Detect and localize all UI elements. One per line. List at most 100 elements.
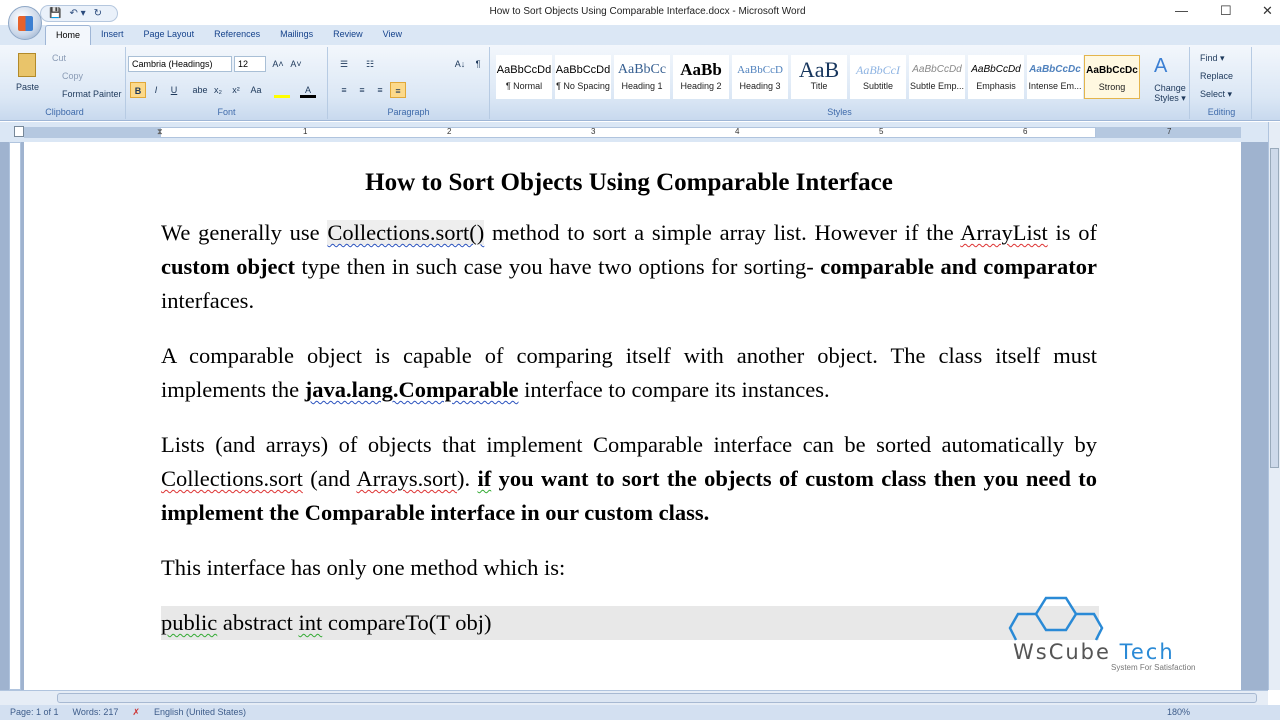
underline-button[interactable]: U <box>166 82 182 98</box>
bullets-icon[interactable]: ☰ <box>336 56 352 72</box>
text-run: Lists (and arrays) of objects that imple… <box>161 432 1097 457</box>
select-button[interactable]: Select ▾ <box>1200 89 1232 100</box>
word-count[interactable]: Words: 217 <box>73 707 119 718</box>
font-color-button[interactable]: A <box>300 82 316 98</box>
align-center-icon[interactable]: ≡ <box>354 82 370 98</box>
style-strong[interactable]: AaBbCcDc Strong <box>1084 55 1140 99</box>
text-run: Collections.sort() <box>327 220 485 245</box>
show-formatting-button[interactable]: ¶ <box>470 56 486 72</box>
code-line: public abstract int compareTo(T obj) <box>161 606 1099 640</box>
text-run: method to sort a simple array list. Howe… <box>484 220 961 245</box>
window-title: How to Sort Objects Using Comparable Int… <box>489 6 806 17</box>
paragraph-label: Paragraph <box>387 107 430 117</box>
vertical-scroll-thumb[interactable] <box>1270 148 1279 468</box>
horizontal-scrollbar[interactable] <box>0 690 1268 705</box>
minimize-button[interactable]: — <box>1175 3 1188 18</box>
ruler-number: 6 <box>1023 127 1028 136</box>
ruler-number: 7 <box>1167 127 1172 136</box>
language-indicator[interactable]: English (United States) <box>154 707 246 718</box>
style-emphasis[interactable]: AaBbCcDd Emphasis <box>968 55 1024 99</box>
style-normal[interactable]: AaBbCcDd ¶ Normal <box>496 55 552 99</box>
paragraph-4: This interface has only one method which… <box>161 555 566 580</box>
grow-font-button[interactable]: A˄ <box>270 56 286 72</box>
highlight-icon[interactable] <box>274 82 290 98</box>
copy-button[interactable]: Copy <box>62 71 83 81</box>
style-name: Subtle Emp... <box>909 81 965 91</box>
style-heading-2[interactable]: AaBb Heading 2 <box>673 55 729 99</box>
document-title: How to Sort Objects Using Comparable Int… <box>365 169 893 196</box>
text-run: type then in such case you have two opti… <box>294 254 821 279</box>
style-preview: AaBbCcDc <box>1086 65 1138 76</box>
tab-insert[interactable]: Insert <box>91 25 134 45</box>
font-name-dropdown[interactable]: Cambria (Headings) <box>128 56 232 72</box>
styles-label: Styles <box>827 107 852 117</box>
cut-button[interactable]: Cut <box>52 53 66 63</box>
editing-label: Editing <box>1207 107 1236 117</box>
text-run: int <box>298 610 323 635</box>
align-right-icon[interactable]: ≡ <box>372 82 388 98</box>
subscript-button[interactable]: x₂ <box>210 82 226 98</box>
format-painter-button[interactable]: Format Painter <box>62 89 122 99</box>
brand-name: WsCube Tech <box>1013 640 1175 664</box>
tab-references[interactable]: References <box>204 25 270 45</box>
zoom-level[interactable]: 180% <box>1167 707 1190 718</box>
superscript-button[interactable]: x² <box>228 82 244 98</box>
clipboard-group: Paste Cut Copy Format Painter Clipboard <box>4 47 126 119</box>
find-button[interactable]: Find ▾ <box>1200 53 1225 64</box>
style-subtle-emphasis[interactable]: AaBbCcDd Subtle Emp... <box>909 55 965 99</box>
font-size-dropdown[interactable]: 12 <box>234 56 266 72</box>
tab-page-layout[interactable]: Page Layout <box>134 25 205 45</box>
style-title[interactable]: AaB Title <box>791 55 847 99</box>
style-no-spacing[interactable]: AaBbCcDd ¶ No Spacing <box>555 55 611 99</box>
replace-button[interactable]: Replace <box>1200 71 1233 81</box>
style-intense-emphasis[interactable]: AaBbCcDc Intense Em... <box>1027 55 1083 99</box>
bold-button[interactable]: B <box>130 82 146 98</box>
tab-selector[interactable] <box>14 126 24 137</box>
strikethrough-button[interactable]: abe <box>192 82 208 98</box>
horizontal-scroll-thumb[interactable] <box>57 693 1257 703</box>
proofing-icon[interactable]: ✗ <box>132 707 140 718</box>
shrink-font-button[interactable]: A˅ <box>288 56 304 72</box>
office-logo-icon <box>18 16 33 31</box>
style-subtitle[interactable]: AaBbCcI Subtitle <box>850 55 906 99</box>
style-preview: AaBbCcDc <box>1029 64 1081 75</box>
horizontal-ruler[interactable]: ⧗ 1 2 3 4 5 6 7 <box>0 122 1280 142</box>
close-button[interactable]: ✕ <box>1262 3 1273 19</box>
style-heading-1[interactable]: AaBbCc Heading 1 <box>614 55 670 99</box>
numbering-icon[interactable]: ☷ <box>362 56 378 72</box>
indent-marker-icon[interactable]: ⧗ <box>157 127 163 137</box>
tab-mailings[interactable]: Mailings <box>270 25 323 45</box>
ruler-number: 2 <box>447 127 452 136</box>
tab-view[interactable]: View <box>373 25 412 45</box>
paragraph-2: A comparable object is capable of compar… <box>161 339 1097 407</box>
text-run: Collections.sort <box>161 466 303 491</box>
document-content[interactable]: How to Sort Objects Using Comparable Int… <box>161 168 1099 640</box>
align-left-icon[interactable]: ≡ <box>336 82 352 98</box>
change-styles-button[interactable]: Change Styles ▾ <box>1152 83 1188 104</box>
text-run: ). <box>456 466 478 491</box>
tab-home[interactable]: Home <box>45 25 92 45</box>
maximize-button[interactable]: ☐ <box>1220 3 1232 19</box>
justify-icon[interactable]: ≡ <box>390 82 406 98</box>
tab-review[interactable]: Review <box>323 25 373 45</box>
office-button[interactable] <box>8 6 42 40</box>
font-label: Font <box>217 107 236 117</box>
text-run: java.lang.Comparable <box>304 377 519 402</box>
style-preview: AaBbCcDd <box>912 64 962 75</box>
italic-button[interactable]: I <box>148 82 164 98</box>
change-case-button[interactable]: Aa <box>248 82 264 98</box>
paragraph-3: Lists (and arrays) of objects that imple… <box>161 428 1097 530</box>
wscube-tech-watermark: WsCube Tech System For Satisfaction <box>1008 596 1208 676</box>
text-run: compareTo(T obj) <box>322 610 492 635</box>
sort-button[interactable]: A↓ <box>452 56 468 72</box>
page-count[interactable]: Page: 1 of 1 <box>10 707 59 718</box>
style-preview: AaBb <box>680 60 722 79</box>
vertical-scrollbar[interactable] <box>1268 122 1280 690</box>
paste-button[interactable]: Paste <box>16 82 39 92</box>
editing-group: Find ▾ Replace Select ▾ Editing <box>1192 47 1252 119</box>
style-name: Heading 2 <box>680 81 722 91</box>
style-preview: AaBbCc <box>617 62 667 77</box>
style-heading-3[interactable]: AaBbCcD Heading 3 <box>732 55 788 99</box>
style-name: Subtitle <box>862 81 894 91</box>
style-preview: AaBbCcI <box>856 63 900 77</box>
